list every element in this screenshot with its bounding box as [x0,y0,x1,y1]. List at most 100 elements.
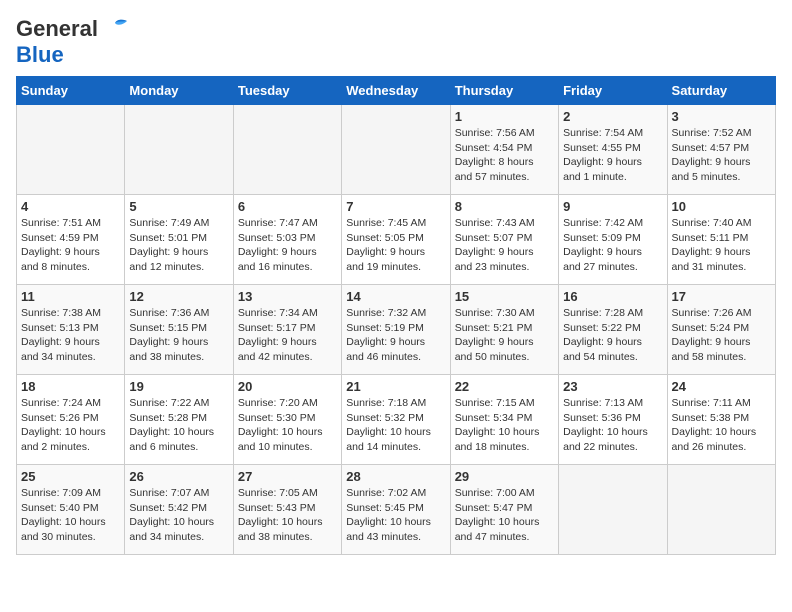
day-info: Sunrise: 7:54 AMSunset: 4:55 PMDaylight:… [563,126,662,185]
calendar-cell: 10 Sunrise: 7:40 AMSunset: 5:11 PMDayligh… [667,195,775,285]
weekday-header-tuesday: Tuesday [233,77,341,105]
day-number: 8 [455,199,554,214]
calendar-cell [17,105,125,195]
day-info: Sunrise: 7:22 AMSunset: 5:28 PMDaylight:… [129,396,228,455]
day-number: 10 [672,199,771,214]
day-info: Sunrise: 7:24 AMSunset: 5:26 PMDaylight:… [21,396,120,455]
day-number: 29 [455,469,554,484]
weekday-header-thursday: Thursday [450,77,558,105]
calendar-cell: 17 Sunrise: 7:26 AMSunset: 5:24 PMDayligh… [667,285,775,375]
weekday-header-saturday: Saturday [667,77,775,105]
day-info: Sunrise: 7:00 AMSunset: 5:47 PMDaylight:… [455,486,554,545]
calendar-cell: 15Sunrise: 7:30 AMSunset: 5:21 PMDayligh… [450,285,558,375]
calendar-cell: 8 Sunrise: 7:43 AMSunset: 5:07 PMDaylight… [450,195,558,285]
day-number: 26 [129,469,228,484]
calendar-cell: 18Sunrise: 7:24 AMSunset: 5:26 PMDayligh… [17,375,125,465]
calendar-cell [125,105,233,195]
weekday-header-wednesday: Wednesday [342,77,450,105]
day-info: Sunrise: 7:38 AMSunset: 5:13 PMDaylight:… [21,306,120,365]
week-row-5: 25Sunrise: 7:09 AMSunset: 5:40 PMDayligh… [17,465,776,555]
day-number: 20 [238,379,337,394]
day-info: Sunrise: 7:07 AMSunset: 5:42 PMDaylight:… [129,486,228,545]
calendar-cell: 19 Sunrise: 7:22 AMSunset: 5:28 PMDayligh… [125,375,233,465]
day-info: Sunrise: 7:42 AMSunset: 5:09 PMDaylight:… [563,216,662,275]
calendar-cell: 29 Sunrise: 7:00 AMSunset: 5:47 PMDayligh… [450,465,558,555]
day-number: 2 [563,109,662,124]
day-number: 16 [563,289,662,304]
day-number: 11 [21,289,120,304]
logo: General Blue [16,16,129,68]
day-number: 28 [346,469,445,484]
week-row-3: 11 Sunrise: 7:38 AMSunset: 5:13 PMDayligh… [17,285,776,375]
calendar-cell: 3 Sunrise: 7:52 AMSunset: 4:57 PMDaylight… [667,105,775,195]
day-info: Sunrise: 7:09 AMSunset: 5:40 PMDaylight:… [21,486,120,545]
weekday-header-monday: Monday [125,77,233,105]
calendar-cell: 24 Sunrise: 7:11 AMSunset: 5:38 PMDayligh… [667,375,775,465]
page-header: General Blue [16,16,776,68]
day-number: 23 [563,379,662,394]
day-number: 19 [129,379,228,394]
day-info: Sunrise: 7:11 AMSunset: 5:38 PMDaylight:… [672,396,771,455]
calendar-cell: 23 Sunrise: 7:13 AMSunset: 5:36 PMDayligh… [559,375,667,465]
logo-general: General [16,16,98,42]
day-info: Sunrise: 7:28 AMSunset: 5:22 PMDaylight:… [563,306,662,365]
week-row-2: 4 Sunrise: 7:51 AMSunset: 4:59 PMDaylight… [17,195,776,285]
day-info: Sunrise: 7:56 AMSunset: 4:54 PMDaylight:… [455,126,554,185]
calendar-cell: 16 Sunrise: 7:28 AMSunset: 5:22 PMDayligh… [559,285,667,375]
calendar-cell: 22 Sunrise: 7:15 AMSunset: 5:34 PMDayligh… [450,375,558,465]
day-info: Sunrise: 7:26 AMSunset: 5:24 PMDaylight:… [672,306,771,365]
day-number: 3 [672,109,771,124]
weekday-header-friday: Friday [559,77,667,105]
week-row-1: 1Sunrise: 7:56 AMSunset: 4:54 PMDaylight… [17,105,776,195]
day-number: 14 [346,289,445,304]
day-number: 22 [455,379,554,394]
calendar-cell: 1Sunrise: 7:56 AMSunset: 4:54 PMDaylight… [450,105,558,195]
day-info: Sunrise: 7:43 AMSunset: 5:07 PMDaylight:… [455,216,554,275]
day-info: Sunrise: 7:13 AMSunset: 5:36 PMDaylight:… [563,396,662,455]
calendar-cell: 20 Sunrise: 7:20 AMSunset: 5:30 PMDayligh… [233,375,341,465]
day-number: 9 [563,199,662,214]
calendar-cell [667,465,775,555]
weekday-header-sunday: Sunday [17,77,125,105]
day-info: Sunrise: 7:52 AMSunset: 4:57 PMDaylight:… [672,126,771,185]
weekday-header-row: SundayMondayTuesdayWednesdayThursdayFrid… [17,77,776,105]
calendar-cell [559,465,667,555]
calendar-cell: 26 Sunrise: 7:07 AMSunset: 5:42 PMDayligh… [125,465,233,555]
calendar-cell: 2 Sunrise: 7:54 AMSunset: 4:55 PMDaylight… [559,105,667,195]
logo-bird-icon [101,19,129,37]
day-number: 4 [21,199,120,214]
calendar-table: SundayMondayTuesdayWednesdayThursdayFrid… [16,76,776,555]
calendar-cell: 28 Sunrise: 7:02 AMSunset: 5:45 PMDayligh… [342,465,450,555]
day-info: Sunrise: 7:45 AMSunset: 5:05 PMDaylight:… [346,216,445,275]
week-row-4: 18Sunrise: 7:24 AMSunset: 5:26 PMDayligh… [17,375,776,465]
calendar-cell: 7 Sunrise: 7:45 AMSunset: 5:05 PMDaylight… [342,195,450,285]
calendar-cell: 27 Sunrise: 7:05 AMSunset: 5:43 PMDayligh… [233,465,341,555]
day-number: 17 [672,289,771,304]
calendar-cell: 14 Sunrise: 7:32 AMSunset: 5:19 PMDayligh… [342,285,450,375]
calendar-cell: 6 Sunrise: 7:47 AMSunset: 5:03 PMDaylight… [233,195,341,285]
day-number: 24 [672,379,771,394]
calendar-cell: 9 Sunrise: 7:42 AMSunset: 5:09 PMDaylight… [559,195,667,285]
day-info: Sunrise: 7:49 AMSunset: 5:01 PMDaylight:… [129,216,228,275]
day-info: Sunrise: 7:02 AMSunset: 5:45 PMDaylight:… [346,486,445,545]
day-info: Sunrise: 7:05 AMSunset: 5:43 PMDaylight:… [238,486,337,545]
day-info: Sunrise: 7:32 AMSunset: 5:19 PMDaylight:… [346,306,445,365]
day-number: 13 [238,289,337,304]
day-info: Sunrise: 7:40 AMSunset: 5:11 PMDaylight:… [672,216,771,275]
calendar-cell [233,105,341,195]
calendar-cell: 21Sunrise: 7:18 AMSunset: 5:32 PMDayligh… [342,375,450,465]
calendar-cell [342,105,450,195]
day-number: 7 [346,199,445,214]
calendar-cell: 11 Sunrise: 7:38 AMSunset: 5:13 PMDayligh… [17,285,125,375]
day-info: Sunrise: 7:20 AMSunset: 5:30 PMDaylight:… [238,396,337,455]
day-info: Sunrise: 7:51 AMSunset: 4:59 PMDaylight:… [21,216,120,275]
day-number: 21 [346,379,445,394]
day-number: 6 [238,199,337,214]
day-info: Sunrise: 7:15 AMSunset: 5:34 PMDaylight:… [455,396,554,455]
day-info: Sunrise: 7:47 AMSunset: 5:03 PMDaylight:… [238,216,337,275]
day-number: 27 [238,469,337,484]
calendar-cell: 5Sunrise: 7:49 AMSunset: 5:01 PMDaylight… [125,195,233,285]
day-info: Sunrise: 7:36 AMSunset: 5:15 PMDaylight:… [129,306,228,365]
calendar-cell: 13Sunrise: 7:34 AMSunset: 5:17 PMDayligh… [233,285,341,375]
day-info: Sunrise: 7:30 AMSunset: 5:21 PMDaylight:… [455,306,554,365]
